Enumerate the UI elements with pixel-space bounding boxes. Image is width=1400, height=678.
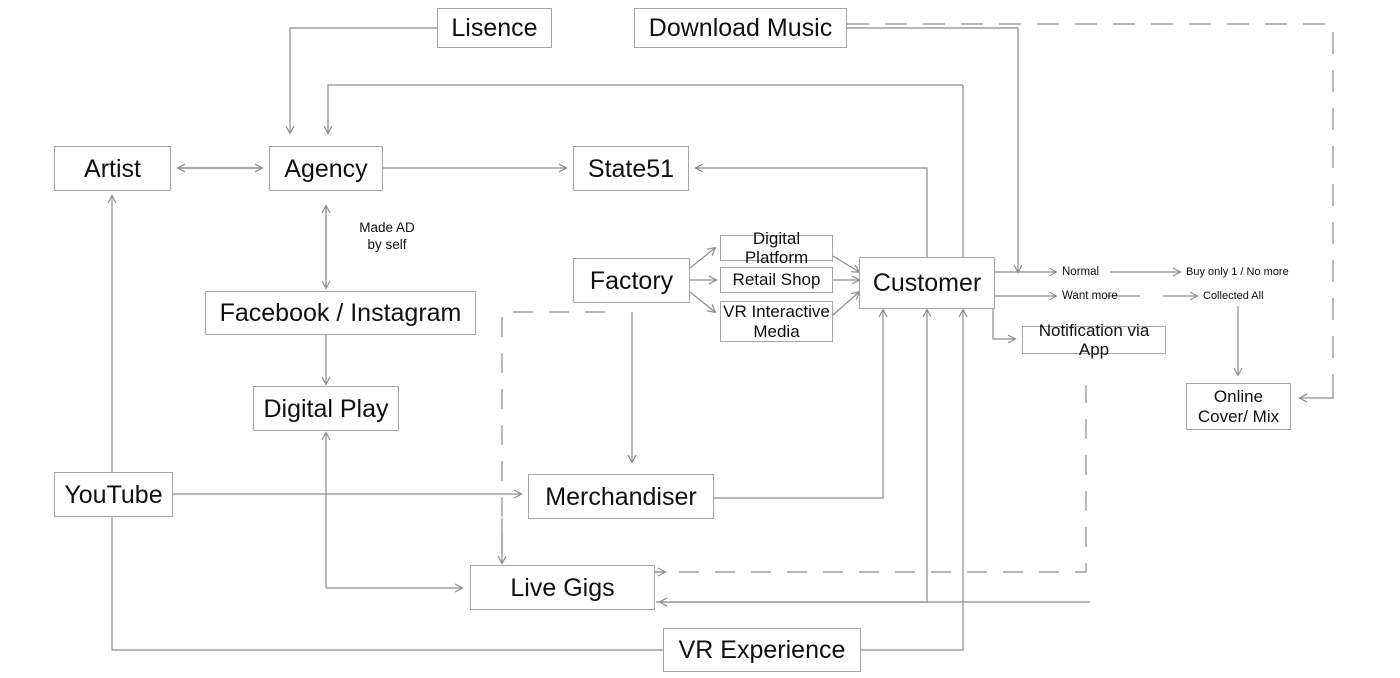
- node-digital-platform[interactable]: Digital Platform: [720, 229, 833, 267]
- node-facebook-instagram[interactable]: Facebook / Instagram: [205, 291, 476, 335]
- label-made-ad-by-self: Made AD by self: [359, 220, 415, 252]
- node-merchandiser[interactable]: Merchandiser: [528, 474, 714, 519]
- node-lisence-label: Lisence: [451, 14, 538, 42]
- label-normal: Normal: [1062, 266, 1100, 278]
- node-notification-via-app-label: Notification via App: [1038, 320, 1150, 359]
- diagram-canvas: Lisence Download Music Artist Agency Sta…: [0, 0, 1400, 678]
- node-lisence[interactable]: Lisence: [437, 8, 552, 48]
- node-agency-label: Agency: [284, 154, 368, 183]
- node-download-music[interactable]: Download Music: [634, 8, 847, 48]
- node-customer-label: Customer: [872, 269, 982, 297]
- node-artist-label: Artist: [84, 154, 141, 183]
- node-merchandiser-label: Merchandiser: [545, 482, 697, 511]
- node-vr-experience-label: VR Experience: [678, 636, 846, 664]
- node-factory-label: Factory: [589, 266, 674, 295]
- node-state51[interactable]: State51: [573, 146, 689, 191]
- node-youtube[interactable]: YouTube: [54, 472, 173, 517]
- node-digital-play[interactable]: Digital Play: [253, 386, 399, 431]
- label-buy-only-one: Buy only 1 / No more: [1186, 266, 1289, 278]
- node-download-music-label: Download Music: [648, 14, 833, 42]
- node-facebook-instagram-label: Facebook / Instagram: [219, 299, 462, 327]
- node-vr-interactive-media[interactable]: VR Interactive Media: [720, 301, 833, 342]
- node-youtube-label: YouTube: [64, 480, 163, 509]
- node-online-cover-mix[interactable]: Online Cover/ Mix: [1186, 383, 1291, 430]
- label-collected-all: Collected All: [1203, 290, 1264, 302]
- label-want-more: Want more: [1062, 290, 1118, 302]
- node-retail-shop-label: Retail Shop: [732, 270, 821, 290]
- node-factory[interactable]: Factory: [573, 258, 690, 303]
- node-vr-interactive-media-label: VR Interactive Media: [723, 302, 830, 341]
- node-digital-play-label: Digital Play: [263, 394, 389, 423]
- node-notification-via-app[interactable]: Notification via App: [1022, 321, 1166, 359]
- node-agency[interactable]: Agency: [269, 146, 383, 191]
- node-digital-platform-label: Digital Platform: [744, 228, 809, 267]
- node-live-gigs-label: Live Gigs: [510, 573, 615, 602]
- node-vr-experience[interactable]: VR Experience: [663, 628, 861, 672]
- node-live-gigs[interactable]: Live Gigs: [470, 565, 655, 610]
- node-state51-label: State51: [587, 154, 675, 183]
- node-artist[interactable]: Artist: [54, 146, 171, 191]
- node-retail-shop[interactable]: Retail Shop: [720, 267, 833, 293]
- diagram-edges: [107, 23, 1334, 651]
- node-customer[interactable]: Customer: [859, 257, 995, 309]
- node-online-cover-mix-label: Online Cover/ Mix: [1197, 387, 1280, 426]
